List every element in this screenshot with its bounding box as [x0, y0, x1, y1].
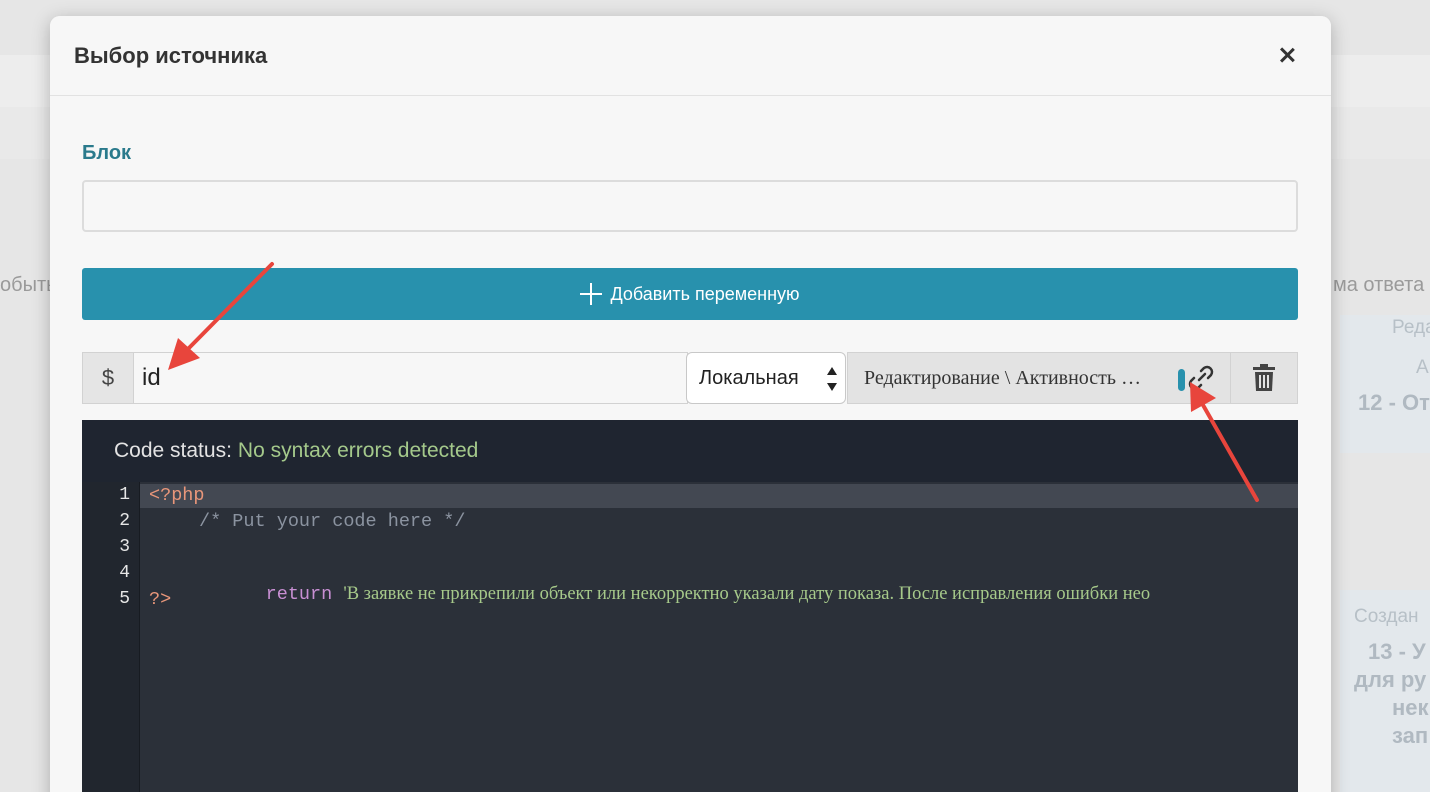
add-variable-label: Добавить переменную	[610, 283, 800, 304]
trash-icon	[1253, 364, 1275, 391]
close-icon[interactable]	[1276, 44, 1298, 66]
background-card-line: А	[1416, 357, 1429, 378]
code-line-open-tag: <?php	[149, 485, 205, 506]
background-left-text: обыть	[0, 274, 57, 296]
background-card-title: зап	[1392, 723, 1429, 748]
source-marker	[1178, 369, 1185, 391]
block-label: Блок	[82, 142, 132, 164]
variable-prefix: $	[82, 352, 134, 404]
background-card-title: нек	[1392, 695, 1429, 720]
plus-icon	[580, 283, 603, 305]
code-status-label: Code status:	[114, 439, 232, 462]
active-line-highlight	[82, 484, 1298, 508]
variable-scope-value: Локальная	[699, 366, 799, 389]
code-string: 'В заявке не прикрепили объект или некор…	[343, 584, 1151, 604]
code-editor[interactable]: 1 2 3 4 5 <?php /* Put your code here */…	[82, 482, 1298, 792]
variable-source-text: Редактирование \ Активность …	[864, 366, 1142, 389]
variable-name-input[interactable]	[133, 352, 688, 404]
add-variable-button[interactable]: Добавить переменную	[82, 268, 1298, 320]
variable-source-field[interactable]: Редактирование \ Активность …	[847, 352, 1232, 404]
line-number: 2	[119, 511, 130, 531]
line-number: 5	[119, 589, 130, 609]
background-card-title: 12 - От	[1358, 390, 1430, 415]
source-select-modal: Выбор источника Блок Добавить переменную…	[50, 16, 1331, 792]
delete-variable-button[interactable]	[1230, 352, 1298, 404]
background-card-title: 13 - У	[1368, 639, 1426, 664]
line-number: 4	[119, 563, 130, 583]
code-line-close-tag: ?>	[149, 589, 172, 610]
line-number: 1	[119, 485, 130, 505]
block-input[interactable]	[82, 180, 1298, 232]
line-number: 3	[119, 537, 130, 557]
code-line-return: return 'В заявке не прикрепили объект ил…	[199, 563, 1150, 626]
background-card-12: Реда А 12 - От	[1340, 315, 1430, 453]
background-card-line: Реда	[1392, 317, 1430, 338]
code-line-comment: /* Put your code here */	[199, 511, 466, 532]
code-keyword: return	[265, 584, 333, 605]
background-card-line: Создан	[1354, 606, 1419, 627]
modal-header: Выбор источника	[50, 16, 1331, 96]
code-status-bar: Code status: No syntax errors detected	[82, 420, 1298, 482]
background-right-header: ма ответа	[1333, 274, 1425, 296]
modal-title: Выбор источника	[74, 43, 268, 68]
background-card-title: для ру	[1354, 667, 1427, 692]
variable-row: $ Локальная Редактирование \ Активность …	[82, 352, 1298, 404]
variable-scope-select[interactable]: Локальная	[686, 352, 846, 404]
link-icon[interactable]	[1186, 363, 1216, 393]
select-arrows-icon	[827, 367, 837, 391]
code-status-value: No syntax errors detected	[237, 439, 479, 462]
background-card-13: Создан 13 - У для ру нек зап	[1340, 590, 1430, 792]
